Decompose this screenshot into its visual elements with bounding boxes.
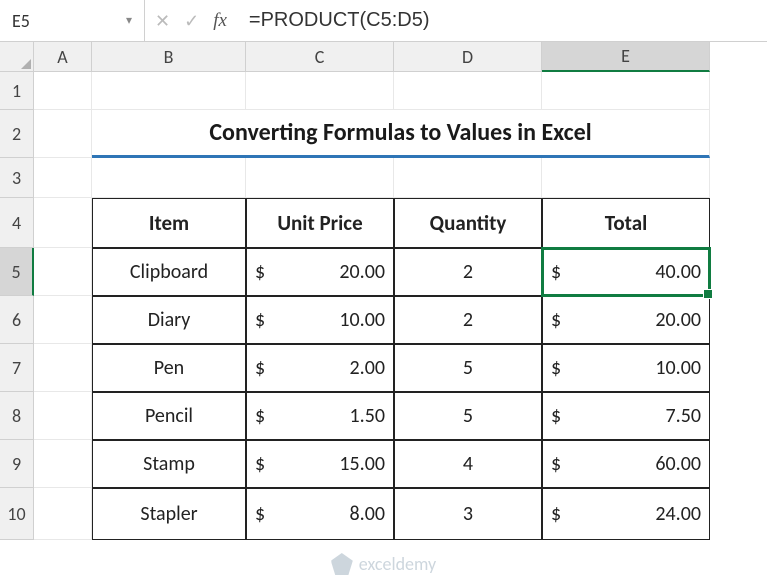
cell-A4[interactable]	[34, 198, 92, 248]
cell-price-3[interactable]: $1.50	[246, 392, 394, 440]
row-header-7[interactable]: 7	[0, 344, 34, 392]
formula-input[interactable]	[237, 0, 767, 41]
cell-A7[interactable]	[34, 344, 92, 392]
cell-item-1[interactable]: Diary	[92, 296, 246, 344]
confirm-icon[interactable]: ✓	[184, 10, 199, 32]
cell-total-4[interactable]: $60.00	[542, 440, 710, 488]
cell-C1[interactable]	[246, 72, 394, 110]
cell-total-3[interactable]: $7.50	[542, 392, 710, 440]
cell-B3[interactable]	[92, 158, 246, 198]
watermark-icon	[331, 553, 353, 575]
cell-A2[interactable]	[34, 110, 92, 158]
cell-total-2[interactable]: $10.00	[542, 344, 710, 392]
name-box[interactable]: E5 ▾	[0, 0, 145, 41]
cell-qty-0[interactable]: 2	[394, 248, 542, 296]
cell-E3[interactable]	[542, 158, 710, 198]
cell-A9[interactable]	[34, 440, 92, 488]
cell-price-4[interactable]: $15.00	[246, 440, 394, 488]
cell-item-3[interactable]: Pencil	[92, 392, 246, 440]
row-header-10[interactable]: 10	[0, 488, 34, 540]
row-headers: 1 2 3 4 5 6 7 8 9 10	[0, 72, 34, 540]
row-header-6[interactable]: 6	[0, 296, 34, 344]
col-header-D[interactable]: D	[394, 42, 542, 72]
chevron-down-icon[interactable]: ▾	[126, 13, 132, 28]
cell-qty-3[interactable]: 5	[394, 392, 542, 440]
cell-item-5[interactable]: Stapler	[92, 488, 246, 540]
cell-A10[interactable]	[34, 488, 92, 540]
header-qty[interactable]: Quantity	[394, 198, 542, 248]
header-price[interactable]: Unit Price	[246, 198, 394, 248]
row-header-9[interactable]: 9	[0, 440, 34, 488]
col-header-C[interactable]: C	[246, 42, 394, 72]
row-header-2[interactable]: 2	[0, 110, 34, 158]
cell-price-2[interactable]: $2.00	[246, 344, 394, 392]
watermark: exceldemy	[331, 553, 436, 575]
cell-D1[interactable]	[394, 72, 542, 110]
cell-D3[interactable]	[394, 158, 542, 198]
cell-price-0[interactable]: $20.00	[246, 248, 394, 296]
cell-total-0[interactable]: $40.00	[542, 248, 710, 296]
column-headers: A B C D E	[34, 42, 710, 72]
col-header-B[interactable]: B	[92, 42, 246, 72]
cell-qty-2[interactable]: 5	[394, 344, 542, 392]
select-all-corner[interactable]	[0, 42, 34, 72]
cell-C3[interactable]	[246, 158, 394, 198]
formula-controls: ✕ ✓ fx	[145, 10, 237, 32]
cell-B1[interactable]	[92, 72, 246, 110]
row-header-3[interactable]: 3	[0, 158, 34, 198]
cell-A8[interactable]	[34, 392, 92, 440]
name-box-value: E5	[12, 10, 30, 32]
spreadsheet-grid: A B C D E 1 2 3 4 5 6 7 8 9 10	[0, 42, 767, 585]
row-header-5[interactable]: 5	[0, 248, 34, 296]
cell-A1[interactable]	[34, 72, 92, 110]
watermark-text: exceldemy	[359, 553, 436, 575]
cell-item-4[interactable]: Stamp	[92, 440, 246, 488]
header-item[interactable]: Item	[92, 198, 246, 248]
cell-qty-1[interactable]: 2	[394, 296, 542, 344]
formula-bar: E5 ▾ ✕ ✓ fx	[0, 0, 767, 42]
cell-E1[interactable]	[542, 72, 710, 110]
cell-qty-5[interactable]: 3	[394, 488, 542, 540]
header-total[interactable]: Total	[542, 198, 710, 248]
cell-item-2[interactable]: Pen	[92, 344, 246, 392]
cell-total-5[interactable]: $24.00	[542, 488, 710, 540]
cell-A6[interactable]	[34, 296, 92, 344]
title-cell[interactable]: Converting Formulas to Values in Excel	[92, 110, 710, 158]
row-header-4[interactable]: 4	[0, 198, 34, 248]
cell-A5[interactable]	[34, 248, 92, 296]
cell-price-1[interactable]: $10.00	[246, 296, 394, 344]
row-header-8[interactable]: 8	[0, 392, 34, 440]
cell-price-5[interactable]: $8.00	[246, 488, 394, 540]
row-header-1[interactable]: 1	[0, 72, 34, 110]
cell-item-0[interactable]: Clipboard	[92, 248, 246, 296]
cell-qty-4[interactable]: 4	[394, 440, 542, 488]
col-header-E[interactable]: E	[542, 42, 710, 72]
cell-total-1[interactable]: $20.00	[542, 296, 710, 344]
cancel-icon[interactable]: ✕	[155, 10, 170, 32]
fx-icon[interactable]: fx	[213, 10, 227, 32]
cells-area[interactable]: Converting Formulas to Values in Excel I…	[34, 72, 710, 540]
col-header-A[interactable]: A	[34, 42, 92, 72]
cell-A3[interactable]	[34, 158, 92, 198]
